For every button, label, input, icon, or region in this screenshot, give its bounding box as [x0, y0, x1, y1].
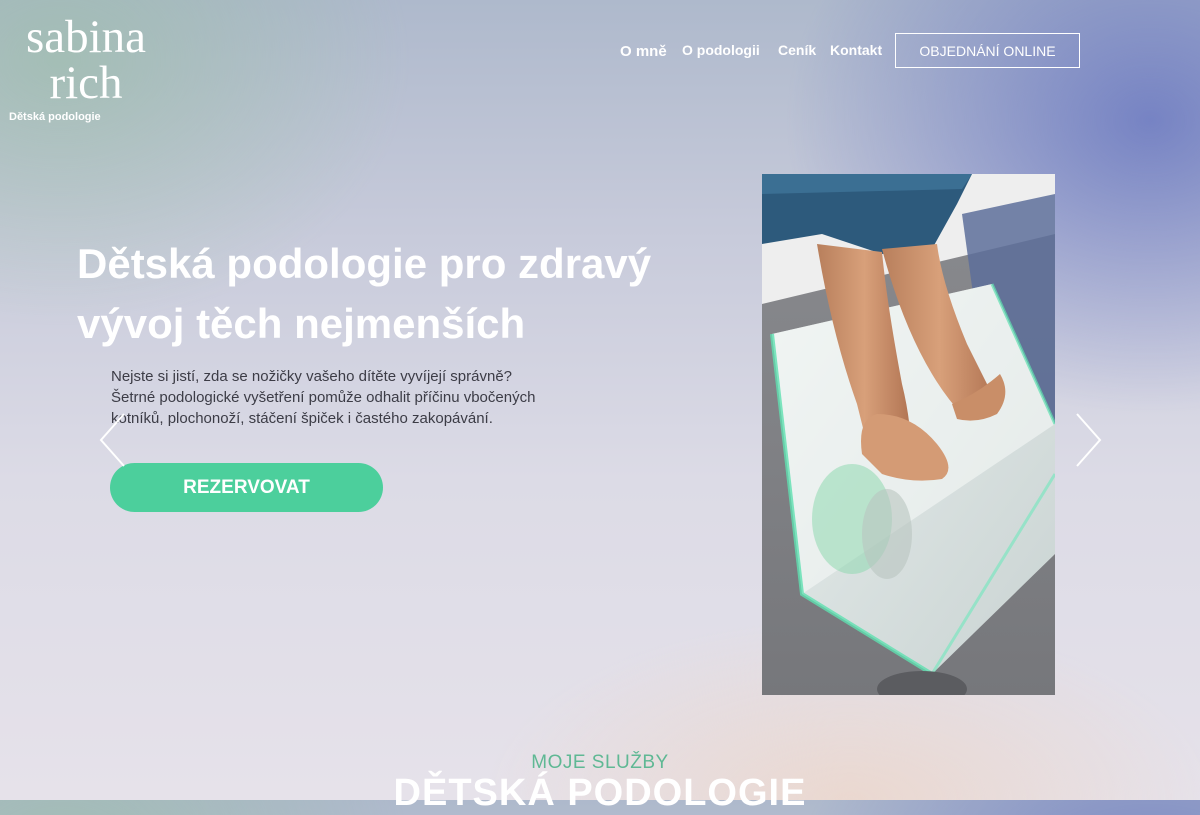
hero-text-line2: Šetrné podologické vyšetření pomůže odha…	[111, 389, 536, 406]
nav-item-pricing[interactable]: Ceník	[778, 42, 816, 58]
main-nav: O mně O podologii Ceník Kontakt OBJEDNÁN…	[0, 33, 1200, 69]
child-feet-on-podoscope-photo	[762, 174, 1055, 695]
logo-tagline: Dětská podologie	[9, 111, 101, 123]
hero-photo	[762, 174, 1055, 695]
hero-text-line1: Nejste si jistí, zda se nožičky vašeho d…	[111, 368, 513, 385]
nav-item-about-me[interactable]: O mně	[620, 43, 667, 60]
hero-title-line2: vývoj těch nejmenších	[77, 300, 526, 347]
chevron-left-icon[interactable]	[98, 412, 128, 468]
chevron-right-icon[interactable]	[1073, 412, 1103, 468]
nav-item-about-podology[interactable]: O podologii	[682, 42, 760, 58]
nav-item-contact[interactable]: Kontakt	[830, 42, 882, 58]
hero-description: Nejste si jistí, zda se nožičky vašeho d…	[111, 366, 561, 429]
services-title: DĚTSKÁ PODOLOGIE	[393, 772, 807, 814]
hero-text-line3: kotníků, plochonoží, stáčení špiček i ča…	[111, 410, 493, 427]
online-booking-button[interactable]: OBJEDNÁNÍ ONLINE	[895, 33, 1080, 68]
hero-title: Dětská podologie pro zdravý vývoj těch n…	[77, 234, 717, 354]
reserve-button[interactable]: REZERVOVAT	[110, 463, 383, 512]
services-kicker: MOJE SLUŽBY	[531, 752, 669, 773]
hero-title-line1: Dětská podologie pro zdravý	[77, 240, 652, 287]
